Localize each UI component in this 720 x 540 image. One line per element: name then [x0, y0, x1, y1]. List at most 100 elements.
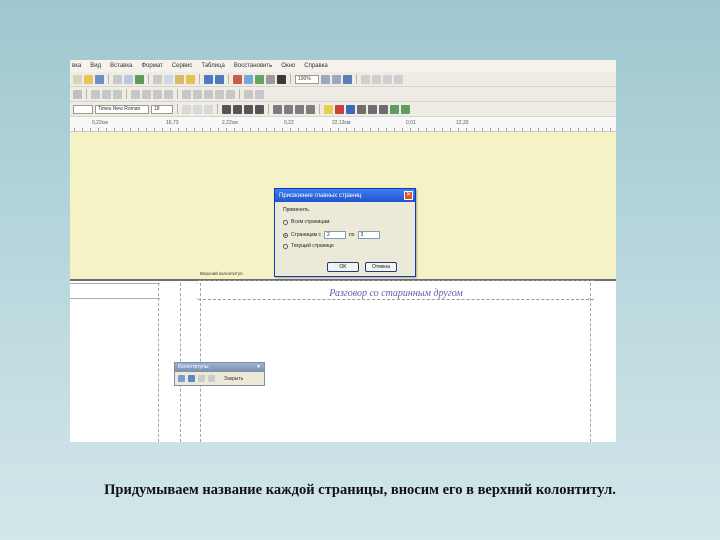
handle-icon[interactable]: ◦ — [196, 296, 198, 302]
shadow-icon[interactable] — [390, 104, 399, 114]
tool-icon[interactable] — [204, 89, 213, 99]
to-page-field[interactable]: 3 — [357, 231, 380, 239]
close-header-button[interactable]: Закрыть — [224, 376, 243, 382]
tool-icon[interactable] — [215, 89, 224, 99]
align-center-icon[interactable] — [233, 104, 242, 114]
format-painter-icon[interactable] — [186, 74, 195, 84]
font-name-select[interactable]: Times New Roman — [95, 104, 149, 114]
cancel-button[interactable]: Отмена — [365, 262, 397, 272]
handle-icon[interactable]: ◦ — [588, 281, 590, 287]
open-icon[interactable] — [84, 74, 93, 84]
menu-item-window[interactable]: Окно — [281, 63, 295, 69]
menu-item-format[interactable]: Формат — [141, 63, 162, 69]
help-icon[interactable] — [343, 74, 352, 84]
header-footer-toolbar-title[interactable]: Колонтитулы ▼ — [175, 363, 264, 372]
field[interactable]: 12,33 — [456, 120, 469, 126]
field[interactable]: 22,13см — [332, 120, 350, 126]
handle-icon[interactable]: ◦ — [588, 296, 590, 302]
spellcheck-icon[interactable] — [135, 74, 144, 84]
style-select[interactable] — [73, 104, 93, 114]
copy-icon[interactable] — [164, 74, 173, 84]
preview-icon[interactable] — [124, 74, 133, 84]
handle-icon[interactable]: ◦ — [196, 281, 198, 287]
insert-shape-icon[interactable] — [233, 74, 242, 84]
menu-item-restore[interactable]: Восстановить — [234, 63, 272, 69]
tool-a-icon[interactable] — [361, 74, 370, 84]
line-color-icon[interactable] — [346, 104, 355, 114]
insert-picture-icon[interactable] — [255, 74, 264, 84]
bold-icon[interactable] — [182, 104, 191, 114]
redo-icon[interactable] — [215, 74, 224, 84]
cut-icon[interactable] — [153, 74, 162, 84]
show-next-icon[interactable] — [198, 375, 205, 382]
font-color-icon[interactable] — [335, 104, 344, 114]
undo-icon[interactable] — [204, 74, 213, 84]
insert-table-icon[interactable] — [244, 74, 253, 84]
tool-b-icon[interactable] — [372, 74, 381, 84]
highlight-icon[interactable] — [324, 104, 333, 114]
italic-icon[interactable] — [193, 104, 202, 114]
outdent-icon[interactable] — [295, 104, 304, 114]
tool-d-icon[interactable] — [394, 74, 403, 84]
tool-icon[interactable] — [91, 89, 100, 99]
x-position-field[interactable]: 0,22см — [92, 120, 108, 126]
from-page-field[interactable]: 2 — [324, 231, 346, 239]
height-field[interactable]: 0,22 — [284, 120, 294, 126]
tool-c-icon[interactable] — [383, 74, 392, 84]
arrow-style-icon[interactable] — [379, 104, 388, 114]
switch-header-icon[interactable] — [178, 375, 185, 382]
menu-item-insert[interactable]: Вставка — [110, 63, 132, 69]
bullets-icon[interactable] — [284, 104, 293, 114]
show-marks-icon[interactable] — [277, 74, 286, 84]
tool-icon[interactable] — [153, 89, 162, 99]
save-icon[interactable] — [95, 74, 104, 84]
close-icon[interactable]: ✕ — [404, 191, 413, 200]
tool-icon[interactable] — [226, 89, 235, 99]
ok-button[interactable]: OK — [327, 262, 359, 272]
zoom-in-icon[interactable] — [332, 74, 341, 84]
tool-icon[interactable] — [244, 89, 253, 99]
indent-icon[interactable] — [306, 104, 315, 114]
tool-icon[interactable] — [182, 89, 191, 99]
header-title[interactable]: Разговор со старинным другом — [198, 288, 594, 299]
tool-icon[interactable] — [73, 89, 82, 99]
3d-icon[interactable] — [401, 104, 410, 114]
paste-icon[interactable] — [175, 74, 184, 84]
show-previous-icon[interactable] — [188, 375, 195, 382]
font-size-select[interactable]: 18 — [151, 104, 173, 114]
menu-item-view[interactable]: Вид — [90, 63, 101, 69]
print-icon[interactable] — [113, 74, 122, 84]
menu-item-tools[interactable]: Сервис — [172, 63, 193, 69]
radio-all-pages[interactable] — [283, 219, 288, 225]
tool-icon[interactable] — [102, 89, 111, 99]
menu-item-table[interactable]: Таблица — [201, 63, 225, 69]
tool-icon[interactable] — [164, 89, 173, 99]
radio-pages-range[interactable] — [283, 232, 288, 238]
tool-icon[interactable] — [193, 89, 202, 99]
width-field[interactable]: 2,22см — [222, 120, 238, 126]
tool-icon[interactable] — [142, 89, 151, 99]
dash-style-icon[interactable] — [368, 104, 377, 114]
field[interactable]: 0,01 — [406, 120, 416, 126]
tool-icon[interactable] — [113, 89, 122, 99]
option-pages-range[interactable]: Страницам с 2 по 3 — [283, 231, 380, 239]
chevron-down-icon[interactable]: ▼ — [256, 363, 261, 372]
tool-icon[interactable] — [255, 89, 264, 99]
underline-icon[interactable] — [204, 104, 213, 114]
line-style-icon[interactable] — [357, 104, 366, 114]
zoom-out-icon[interactable] — [321, 74, 330, 84]
link-previous-icon[interactable] — [208, 375, 215, 382]
numbering-icon[interactable] — [273, 104, 282, 114]
menu-item-help[interactable]: Справка — [304, 63, 328, 69]
radio-current-page[interactable] — [283, 243, 288, 249]
y-position-field[interactable]: 16,73 — [166, 120, 179, 126]
option-current-page[interactable]: Текущей странице — [283, 243, 334, 249]
menu-item-edit[interactable]: вка — [72, 63, 81, 69]
option-all-pages[interactable]: Всем страницам — [283, 219, 329, 225]
align-left-icon[interactable] — [222, 104, 231, 114]
new-icon[interactable] — [73, 74, 82, 84]
align-right-icon[interactable] — [244, 104, 253, 114]
zoom-select[interactable]: 100% — [295, 74, 319, 84]
justify-icon[interactable] — [255, 104, 264, 114]
columns-icon[interactable] — [266, 74, 275, 84]
